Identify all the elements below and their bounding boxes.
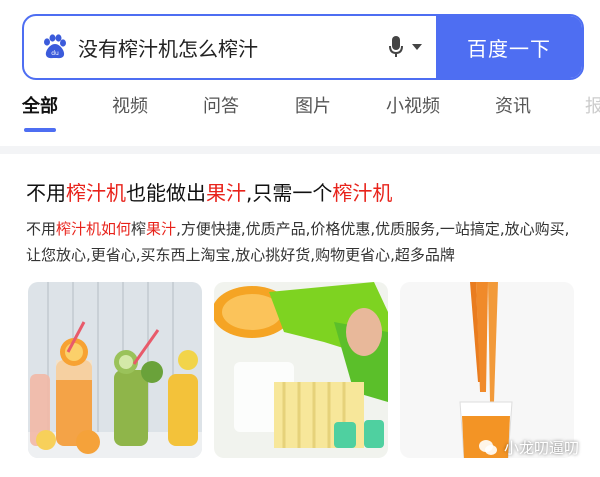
tab-all[interactable]: 全部 [22, 92, 58, 118]
title-highlight: 榨汁机 [66, 181, 126, 205]
watermark-text: 小龙叨逼叨 [504, 439, 580, 457]
juice-bottles-image[interactable] [28, 282, 202, 458]
desc-highlight: 果汁 [146, 220, 177, 238]
title-highlight: 榨汁机 [332, 181, 393, 205]
result-description: 不用榨汁机如何榨果汁,方便快捷,优质产品,价格优惠,优质服务,一站搞定,放心购买… [26, 216, 578, 268]
result-title[interactable]: 不用榨汁机也能做出果汁,只需一个榨汁机 [26, 177, 392, 206]
tab-news[interactable]: 资讯 [495, 92, 531, 118]
tab-short-video[interactable]: 小视频 [386, 92, 440, 118]
search-input-area[interactable]: du 没有榨汁机怎么榨汁 [24, 16, 436, 78]
svg-text:du: du [51, 50, 59, 57]
chevron-down-icon[interactable] [412, 43, 422, 51]
title-text: ,只需一个 [246, 181, 333, 205]
watermark: 小龙叨逼叨 [478, 437, 579, 458]
tab-bar: 全部 视频 问答 图片 小视频 资讯 报 [0, 92, 600, 132]
title-text: 也能做出 [126, 181, 206, 205]
wechat-icon [479, 439, 497, 455]
active-tab-indicator [24, 128, 56, 132]
search-bar: du 没有榨汁机怎么榨汁 百度一下 [22, 14, 584, 80]
section-divider [0, 146, 600, 154]
search-button[interactable]: 百度一下 [436, 16, 582, 78]
desc-text: 不用 [26, 220, 57, 238]
tab-qa[interactable]: 问答 [203, 92, 239, 118]
citrus-squeezer-image[interactable] [214, 282, 388, 458]
tab-video[interactable]: 视频 [112, 92, 148, 118]
baidu-paw-icon: du [44, 34, 66, 59]
tab-images[interactable]: 图片 [295, 92, 331, 118]
desc-highlight: 榨汁机如何 [56, 220, 132, 238]
tab-more[interactable]: 报 [585, 92, 600, 118]
title-text: 不用 [26, 181, 66, 205]
desc-text: 榨 [131, 220, 147, 238]
microphone-icon[interactable] [388, 35, 404, 59]
search-input[interactable]: 没有榨汁机怎么榨汁 [78, 33, 388, 62]
carrot-juice-image[interactable] [400, 282, 574, 458]
title-highlight: 果汁 [206, 181, 246, 205]
